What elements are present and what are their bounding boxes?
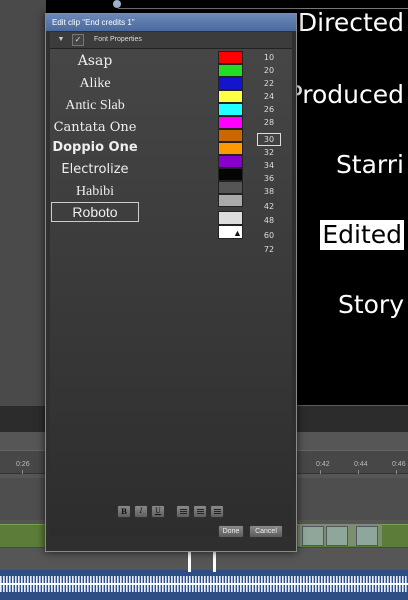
color-swatch-blue[interactable]	[218, 77, 243, 90]
ruler-label: 0:26	[16, 461, 30, 468]
credit-produced: Produced	[287, 80, 404, 109]
color-swatch-dark-gray[interactable]	[218, 181, 243, 194]
properties-tab-bar: ▼ ✓ Font Properties	[50, 32, 292, 49]
clip-thumbnail	[302, 526, 324, 546]
color-swatch-black[interactable]	[218, 168, 243, 181]
checkmark-icon[interactable]: ✓	[72, 34, 84, 46]
size-item[interactable]: 72	[257, 243, 281, 256]
font-item-antic-slab[interactable]: Antic Slab	[51, 96, 139, 116]
font-item-habibi[interactable]: Habibi	[51, 182, 139, 202]
done-button[interactable]: Done	[218, 525, 244, 538]
align-center-button[interactable]	[193, 505, 207, 518]
align-right-button[interactable]	[210, 505, 224, 518]
tab-font-properties[interactable]: Font Properties	[94, 32, 142, 48]
size-item[interactable]: 34	[257, 159, 281, 172]
size-item[interactable]: 10	[257, 51, 281, 64]
align-left-button[interactable]	[176, 505, 190, 518]
ruler-tick	[320, 470, 321, 474]
ruler-label: 0:42	[316, 461, 330, 468]
font-item-cantata-one[interactable]: Cantata One	[51, 118, 139, 138]
align-left-icon	[179, 509, 187, 515]
edit-clip-dialog: Edit clip "End credits 1" ▼ ✓ Font Prope…	[45, 13, 297, 552]
color-swatch-brown[interactable]	[218, 129, 243, 142]
size-item[interactable]: 24	[257, 90, 281, 103]
align-center-icon	[196, 509, 204, 515]
clip-thumbnail	[356, 526, 378, 546]
size-item[interactable]: 42	[257, 200, 281, 213]
clip-thumbnail	[326, 526, 348, 546]
color-swatch-red[interactable]	[218, 51, 243, 64]
dialog-title[interactable]: Edit clip "End credits 1"	[46, 14, 296, 31]
ruler-label: 0:46	[392, 461, 406, 468]
font-item-electrolize[interactable]: Electrolize	[51, 160, 139, 180]
credit-directed: Directed	[297, 8, 404, 37]
color-swatch-orange[interactable]	[218, 142, 243, 155]
cancel-button[interactable]: Cancel	[249, 525, 283, 538]
italic-button[interactable]: I	[134, 505, 148, 518]
underline-button[interactable]: U	[151, 505, 165, 518]
size-item[interactable]: 22	[257, 77, 281, 90]
size-item[interactable]: 20	[257, 64, 281, 77]
credit-starring: Starri	[335, 150, 404, 179]
credit-story: Story	[337, 290, 404, 319]
left-panel	[0, 0, 46, 430]
bold-button[interactable]: B	[117, 505, 131, 518]
ruler-label: 0:44	[354, 461, 368, 468]
ruler-tick	[22, 470, 23, 474]
color-swatch-purple[interactable]	[218, 155, 243, 168]
credit-edited[interactable]: Edited	[320, 220, 404, 250]
size-item[interactable]: 26	[257, 103, 281, 116]
font-item-roboto[interactable]: Roboto	[51, 202, 139, 222]
color-swatch-light-gray[interactable]	[218, 211, 243, 225]
size-item[interactable]: 32	[257, 146, 281, 159]
size-item[interactable]: 60	[257, 229, 281, 242]
color-swatch-green[interactable]	[218, 64, 243, 77]
align-right-icon	[213, 509, 221, 515]
color-swatch-magenta[interactable]	[218, 116, 243, 129]
size-item[interactable]: 28	[257, 116, 281, 129]
color-swatch-yellow[interactable]	[218, 90, 243, 103]
size-item[interactable]: 38	[257, 185, 281, 198]
audio-waveform-center	[0, 583, 408, 585]
chevron-down-icon[interactable]: ▼	[55, 34, 67, 46]
color-swatch-gray[interactable]	[218, 194, 243, 207]
preview-scrub-handle[interactable]	[113, 0, 121, 8]
font-item-asap[interactable]: Asap	[51, 51, 139, 71]
color-swatch-cyan[interactable]	[218, 103, 243, 116]
font-item-doppio-one[interactable]: Doppio One	[51, 138, 139, 158]
size-item[interactable]: 36	[257, 172, 281, 185]
font-item-alike[interactable]: Alike	[51, 74, 139, 94]
arrow-cursor-icon: ▲	[233, 228, 242, 238]
size-item-selected[interactable]: 30	[257, 133, 281, 146]
ruler-tick	[358, 470, 359, 474]
size-item[interactable]: 48	[257, 214, 281, 227]
ruler-tick	[396, 470, 397, 474]
